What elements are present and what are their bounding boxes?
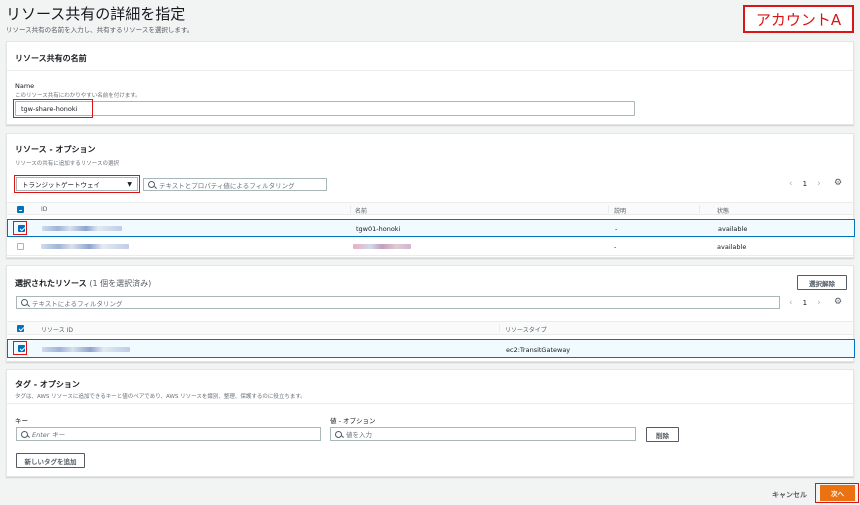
page-description: リソース共有の名前を入力し、共有するリソースを選択します。 xyxy=(6,26,194,34)
name-panel-heading: リソース共有の名前 xyxy=(15,54,87,63)
name-panel: リソース共有の名前 Name このリソース共有にわかりやすい名前を付けます。 t… xyxy=(6,41,854,125)
tag-value-input[interactable]: 値を入力 xyxy=(330,427,636,441)
redacted-id xyxy=(42,226,122,231)
selected-filter-input[interactable]: テキストによるフィルタリング xyxy=(16,296,780,309)
tags-hint: タグは、AWS リソースに追加できるキーと値のペアであり、AWS リソースを識別… xyxy=(15,394,306,400)
row-description: - xyxy=(615,225,618,233)
row-description: - xyxy=(614,243,617,251)
selected-resources-panel: 選択されたリソース (1 個を選択済み) 選択解除 テキストによるフィルタリング… xyxy=(6,265,855,362)
selected-table-header: リソース ID リソースタイプ xyxy=(7,321,853,335)
row-name: tgw01-honoki xyxy=(356,225,401,233)
selected-page-number[interactable]: 1 xyxy=(803,299,807,307)
table-row[interactable]: - available xyxy=(7,238,853,256)
col-separator xyxy=(350,205,351,213)
name-input-highlight xyxy=(13,99,93,118)
col-separator xyxy=(699,205,700,213)
settings-gear-icon[interactable]: ⚙ xyxy=(834,297,842,307)
redacted-id xyxy=(41,244,129,249)
cancel-link[interactable]: キャンセル xyxy=(772,490,807,500)
resources-filter-input[interactable]: テキストとプロパティ値によるフィルタリング xyxy=(143,178,327,191)
row-checkbox-highlight xyxy=(13,341,27,355)
account-annotation: アカウントA xyxy=(743,5,854,33)
tag-key-label: キー xyxy=(15,417,28,425)
next-button-highlight xyxy=(815,483,859,503)
col-separator xyxy=(608,205,609,213)
row-state: available xyxy=(717,243,747,251)
resources-page-number[interactable]: 1 xyxy=(803,180,807,188)
selected-pagination: ‹ 1 › xyxy=(789,298,821,308)
col-separator xyxy=(499,324,500,332)
remove-tag-button[interactable]: 削除 xyxy=(646,427,679,442)
select-all-checkbox[interactable] xyxy=(17,206,24,213)
tag-value-label: 値 - オプション xyxy=(330,417,376,425)
resources-table-header: ID 名前 説明 状態 xyxy=(7,202,853,215)
resources-pagination: ‹ 1 › xyxy=(789,179,821,189)
table-row[interactable]: tgw01-honoki - available xyxy=(7,219,855,237)
col-id: ID xyxy=(41,206,48,213)
col-state: 状態 xyxy=(717,208,730,215)
row-state: available xyxy=(718,225,748,233)
selected-panel-heading: 選択されたリソース (1 個を選択済み) xyxy=(15,278,151,289)
tag-key-placeholder: Enter キー xyxy=(32,431,65,439)
add-tag-button[interactable]: 新しいタグを追加 xyxy=(16,453,85,468)
prev-page-icon[interactable]: ‹ xyxy=(789,179,793,189)
col-resource-type: リソースタイプ xyxy=(505,327,547,334)
row-checkbox[interactable] xyxy=(17,243,24,250)
name-hint: このリソース共有にわかりやすい名前を付けます。 xyxy=(15,93,141,99)
tag-key-input[interactable]: Enter キー xyxy=(16,427,321,441)
row-resource-type: ec2:TransitGateway xyxy=(506,346,571,354)
col-description: 説明 xyxy=(614,208,627,215)
name-label: Name xyxy=(15,82,35,90)
selected-heading-text: 選択されたリソース xyxy=(15,279,87,288)
resource-type-highlight xyxy=(14,175,140,193)
selected-filter-placeholder: テキストによるフィルタリング xyxy=(32,299,123,308)
tags-panel: タグ - オプション タグは、AWS リソースに追加できるキーと値のペアであり、… xyxy=(6,369,854,477)
tags-panel-heading: タグ - オプション xyxy=(15,380,80,389)
select-all-checkbox[interactable] xyxy=(17,325,24,332)
resources-filter-placeholder: テキストとプロパティ値によるフィルタリング xyxy=(159,181,295,190)
search-icon xyxy=(21,430,28,438)
table-row[interactable]: ec2:TransitGateway xyxy=(7,339,855,358)
name-input[interactable]: tgw-share-honoki xyxy=(15,101,635,116)
col-resource-id: リソース ID xyxy=(41,327,73,334)
settings-gear-icon[interactable]: ⚙ xyxy=(834,178,842,188)
divider xyxy=(7,70,853,71)
search-icon xyxy=(335,430,342,438)
tag-value-placeholder: 値を入力 xyxy=(346,431,372,439)
resources-panel-heading: リソース - オプション xyxy=(15,145,96,154)
prev-page-icon[interactable]: ‹ xyxy=(789,298,793,308)
redacted-name xyxy=(353,244,411,249)
resources-panel: リソース - オプション リソースの共有に追加するリソースの選択 トランジットゲ… xyxy=(6,133,855,258)
col-name: 名前 xyxy=(355,208,368,215)
resources-hint: リソースの共有に追加するリソースの選択 xyxy=(15,161,119,167)
next-page-icon[interactable]: › xyxy=(817,179,821,189)
divider xyxy=(7,403,853,404)
row-checkbox-highlight xyxy=(13,221,27,235)
deselect-button[interactable]: 選択解除 xyxy=(797,275,847,290)
next-page-icon[interactable]: › xyxy=(817,298,821,308)
search-icon xyxy=(148,181,155,188)
redacted-id xyxy=(42,347,130,352)
page-title: リソース共有の詳細を指定 xyxy=(6,5,186,23)
selected-count: (1 個を選択済み) xyxy=(89,279,152,288)
search-icon xyxy=(21,299,28,306)
